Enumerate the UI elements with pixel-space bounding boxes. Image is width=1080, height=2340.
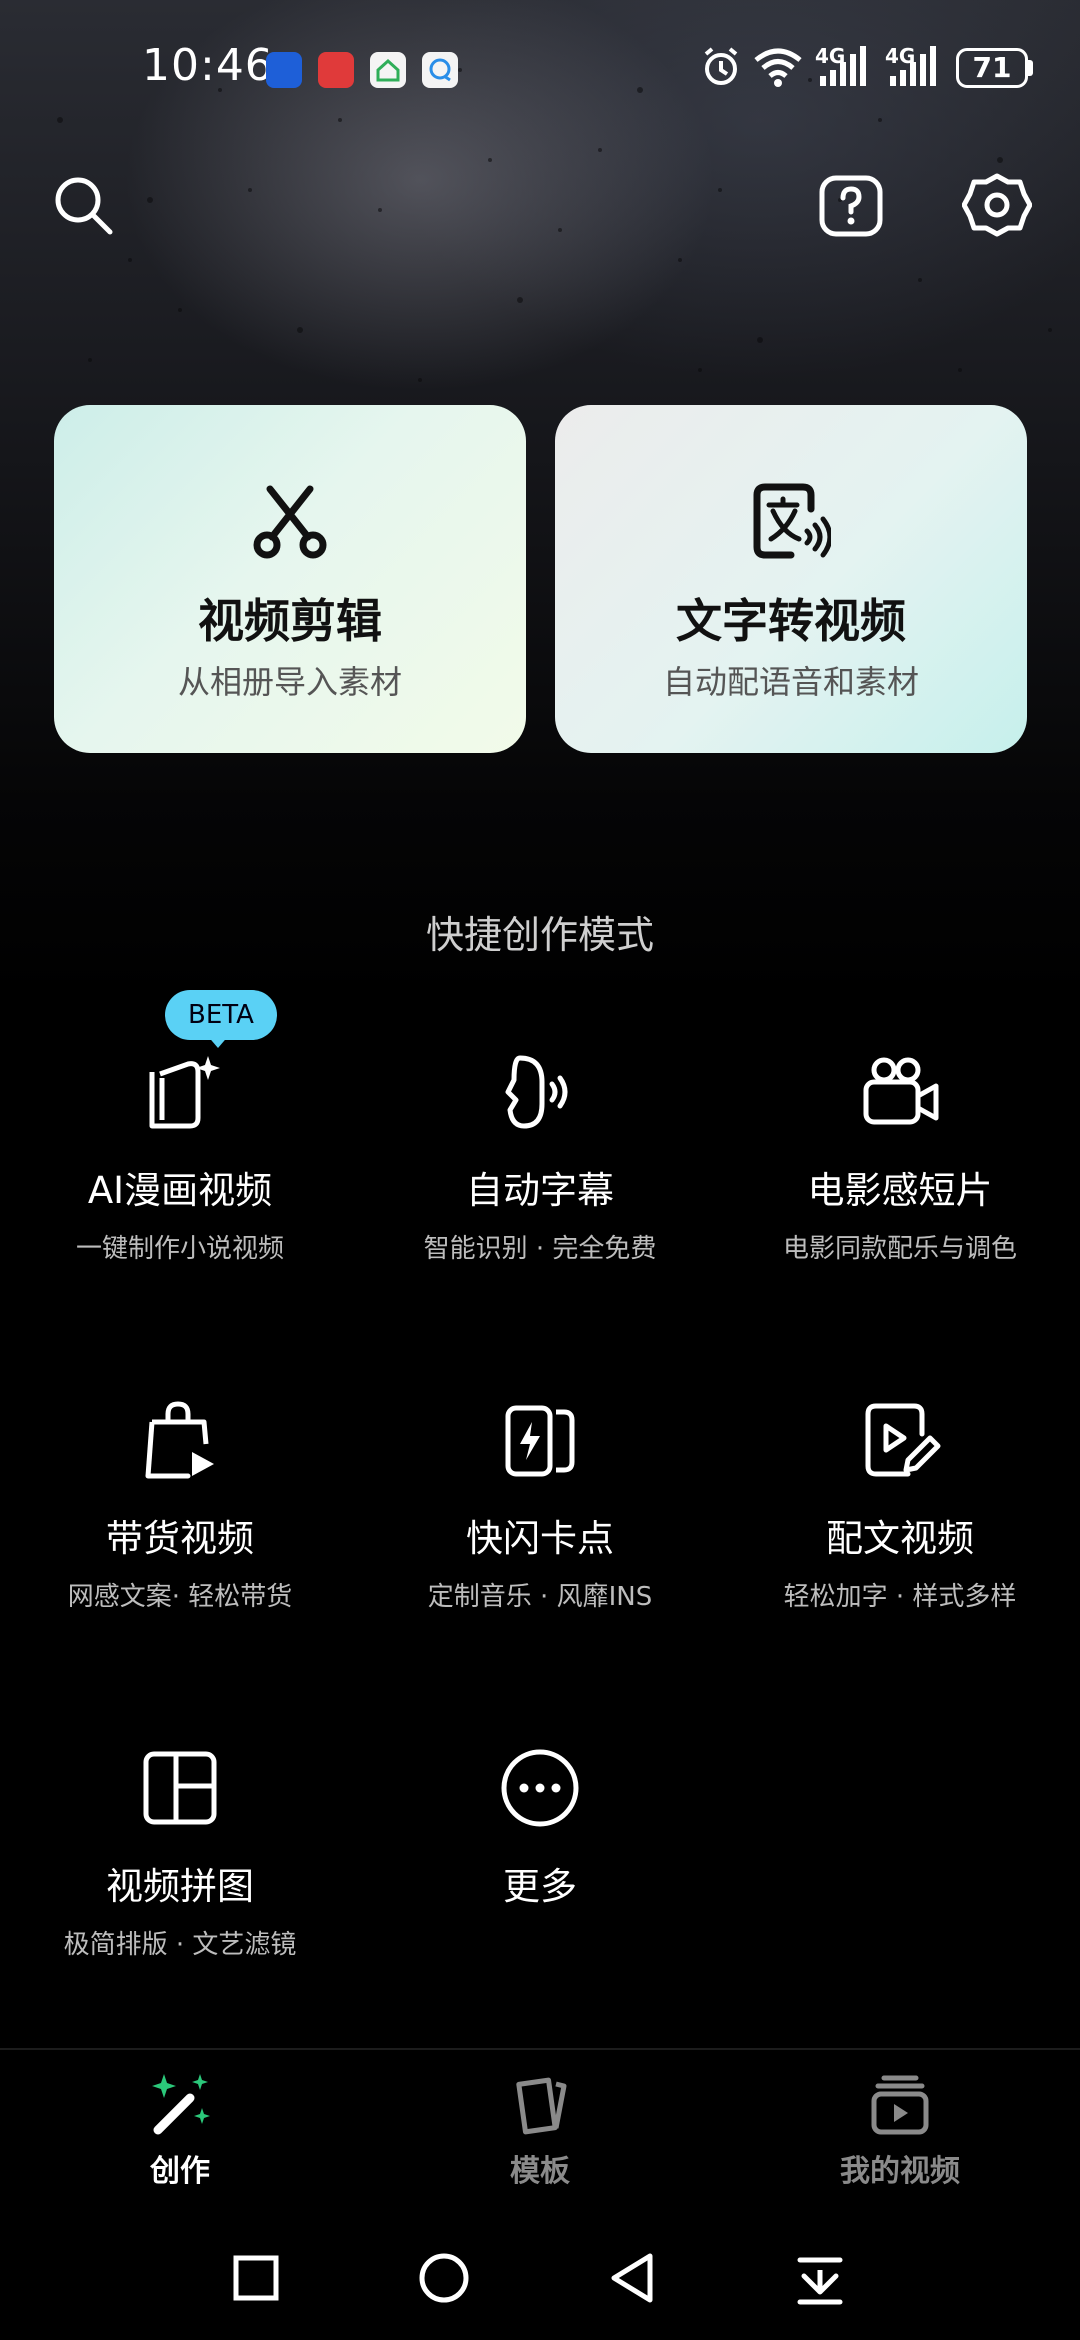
tab-label: 创作: [150, 2154, 210, 2189]
status-time: 10:46: [142, 40, 274, 91]
speaking-head-icon: [505, 1055, 568, 1129]
beta-badge: BETA: [165, 990, 277, 1040]
mode-subtitle: 网感文案· 轻松带货: [67, 1582, 293, 1612]
signal-icon-1: [820, 46, 866, 86]
card-title: 视频剪辑: [198, 594, 382, 648]
mode-cinematic-short[interactable]: 电影感短片 电影同款配乐与调色: [720, 1050, 1080, 1265]
text-to-video-card[interactable]: 文字转视频 自动配语音和素材: [555, 405, 1027, 753]
status-bar: 10:46 4G 4G 71: [0, 0, 1080, 140]
help-icon[interactable]: [816, 170, 886, 240]
mode-flash-beat[interactable]: 快闪卡点 定制音乐 · 风靡INS: [360, 1398, 720, 1613]
tab-create[interactable]: 创作: [70, 2070, 290, 2190]
collage-grid-icon: [143, 1751, 217, 1825]
green-house-app-icon: [370, 52, 406, 88]
search-icon[interactable]: [48, 170, 118, 240]
template-icon: [516, 2077, 567, 2135]
wifi-icon: [754, 48, 802, 87]
flash-cards-icon: [505, 1405, 575, 1477]
mode-subtitle: 轻松加字 · 样式多样: [783, 1582, 1017, 1612]
video-edit-card[interactable]: 视频剪辑 从相册导入素材: [54, 405, 526, 753]
mode-subtitle: 极简排版 · 文艺滤镜: [63, 1930, 297, 1960]
recents-square-icon[interactable]: [226, 2248, 286, 2308]
back-triangle-icon[interactable]: [602, 2248, 662, 2308]
mode-title: 自动字幕: [466, 1169, 614, 1212]
home-circle-icon[interactable]: [414, 2248, 474, 2308]
my-videos-icon: [871, 2075, 929, 2135]
card-subtitle: 从相册导入素材: [177, 663, 402, 701]
battery-level: 71: [972, 51, 1012, 84]
alarm-icon: [704, 47, 738, 85]
mode-title: 快闪卡点: [466, 1517, 614, 1560]
tab-my-videos[interactable]: 我的视频: [790, 2070, 1010, 2190]
mode-subtitle: 电影同款配乐与调色: [782, 1234, 1017, 1264]
beta-badge-tail: [206, 1034, 230, 1048]
video-camera-icon: [863, 1057, 939, 1125]
text-to-speech-icon: [753, 483, 831, 559]
battery-icon: 71: [956, 48, 1028, 88]
mode-title: AI漫画视频: [87, 1169, 273, 1212]
more-dots-icon: [501, 1749, 579, 1827]
play-edit-icon: [865, 1403, 941, 1477]
tab-label: 模板: [510, 2154, 570, 2189]
mode-title: 视频拼图: [106, 1865, 254, 1908]
mode-captioned-video[interactable]: 配文视频 轻松加字 · 样式多样: [720, 1398, 1080, 1613]
blue-app-icon: [266, 52, 302, 88]
tab-bar-divider: [0, 2048, 1080, 2050]
scissors-icon: [253, 485, 327, 559]
shopping-bag-play-icon: [145, 1401, 214, 1479]
tab-label: 我的视频: [840, 2154, 960, 2189]
mode-more[interactable]: 更多: [360, 1746, 720, 1910]
mode-ai-comic-video[interactable]: AI漫画视频 一键制作小说视频: [0, 1050, 360, 1265]
magic-wand-icon: [152, 2074, 210, 2135]
mode-auto-subtitles[interactable]: 自动字幕 智能识别 · 完全免费: [360, 1050, 720, 1265]
card-subtitle: 自动配语音和素材: [662, 663, 919, 701]
book-sparkle-icon: [149, 1056, 220, 1129]
mode-title: 带货视频: [106, 1517, 254, 1560]
battery-cap: [1028, 60, 1033, 76]
mode-subtitle: 一键制作小说视频: [75, 1234, 284, 1264]
mode-subtitle: 定制音乐 · 风靡INS: [427, 1582, 653, 1612]
mode-title: 更多: [503, 1865, 577, 1908]
card-title: 文字转视频: [676, 594, 906, 648]
red-app-icon: [318, 52, 354, 88]
mode-sales-video[interactable]: 带货视频 网感文案· 轻松带货: [0, 1398, 360, 1613]
mode-title: 电影感短片: [807, 1169, 993, 1212]
collapse-down-icon[interactable]: [790, 2248, 850, 2308]
signal-icon-2: [890, 46, 936, 86]
tab-templates[interactable]: 模板: [430, 2070, 650, 2190]
chat-bubble-app-icon: [422, 52, 458, 88]
section-title: 快捷创作模式: [425, 913, 654, 957]
mode-subtitle: 智能识别 · 完全免费: [423, 1234, 657, 1264]
gear-icon[interactable]: [962, 170, 1032, 240]
mode-title: 配文视频: [826, 1517, 974, 1560]
mode-video-collage[interactable]: 视频拼图 极简排版 · 文艺滤镜: [0, 1746, 360, 1961]
